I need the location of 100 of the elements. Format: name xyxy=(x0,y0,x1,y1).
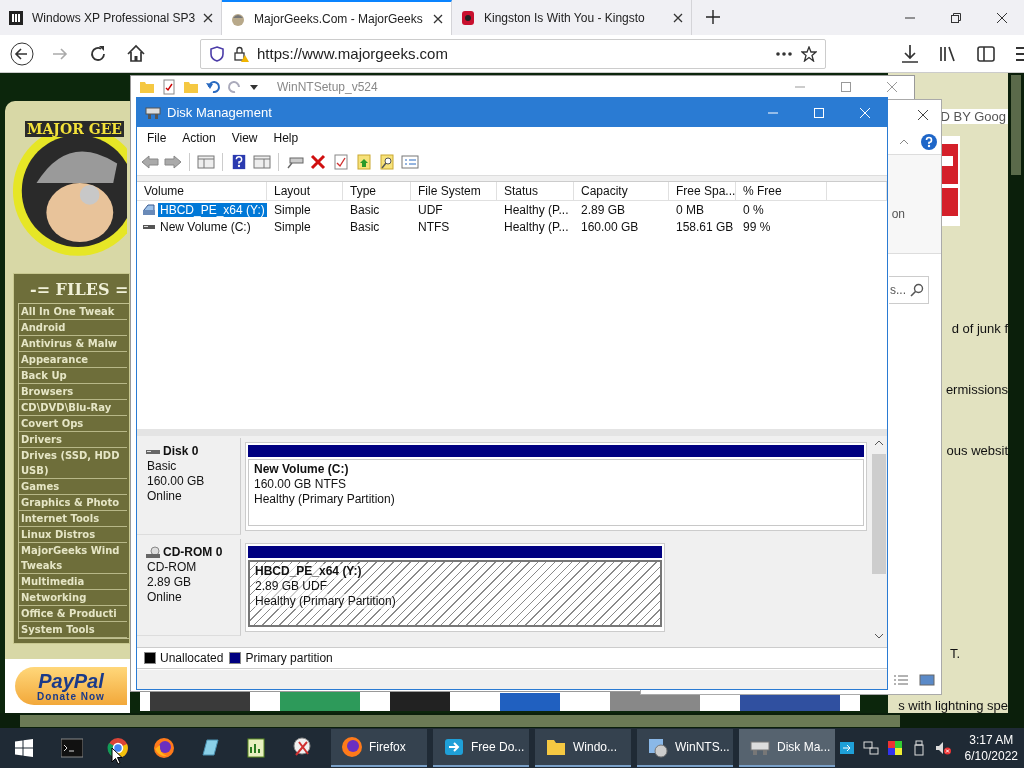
taskbar-button[interactable]: Disk Ma... xyxy=(739,729,835,767)
partition-block[interactable]: New Volume (C:) 160.00 GB NTFS Healthy (Primary Partition) xyxy=(245,442,867,531)
category-link[interactable]: Networking xyxy=(19,590,127,606)
close-icon[interactable] xyxy=(203,12,214,23)
menu-item[interactable]: View xyxy=(223,131,266,145)
scrollbar[interactable] xyxy=(0,713,1024,729)
start-icon[interactable] xyxy=(15,739,33,757)
category-link[interactable]: CD\DVD\Blu-Ray xyxy=(19,400,127,416)
category-link[interactable]: Internet Tools xyxy=(19,511,127,527)
console-tree-icon[interactable] xyxy=(197,154,215,170)
close-icon[interactable] xyxy=(996,11,1008,24)
terminal-icon[interactable] xyxy=(61,737,83,759)
close-icon[interactable] xyxy=(917,109,929,121)
thumbnail-view-icon[interactable] xyxy=(919,674,935,686)
column-header[interactable]: File System xyxy=(411,182,497,200)
document-check-icon[interactable] xyxy=(161,79,177,95)
category-link[interactable]: Android xyxy=(19,320,127,336)
action-pane-icon[interactable] xyxy=(253,154,271,170)
scrollbar[interactable] xyxy=(1008,73,1024,713)
close-icon[interactable] xyxy=(673,12,683,23)
partition-size: 160.00 GB NTFS xyxy=(254,477,347,492)
forward-icon[interactable] xyxy=(164,154,182,170)
category-link[interactable]: Drivers xyxy=(19,432,127,448)
folder-search-icon[interactable] xyxy=(378,154,396,170)
column-header[interactable]: Volume xyxy=(137,182,267,200)
menu-item[interactable]: Action xyxy=(174,131,224,145)
undo-icon[interactable] xyxy=(205,79,221,95)
column-header[interactable]: Capacity xyxy=(574,182,669,200)
category-link[interactable]: Graphics & Photo xyxy=(19,495,127,511)
menu-item[interactable]: Help xyxy=(265,131,307,145)
disk-name: Disk 0 xyxy=(163,444,199,459)
donate-button[interactable]: PayPal Donate Now xyxy=(15,667,127,705)
column-header[interactable]: Type xyxy=(343,182,411,200)
new-tab-icon[interactable] xyxy=(706,10,720,24)
category-link[interactable]: Multimedia xyxy=(19,574,127,590)
menu-item[interactable]: File xyxy=(139,131,175,145)
partition-block[interactable]: HBCD_PE_x64 (Y:) 2.89 GB UDF Healthy (Primary Partition) xyxy=(245,543,665,632)
maximize-icon[interactable] xyxy=(840,81,852,93)
setup-icon xyxy=(647,736,669,758)
caret-icon[interactable] xyxy=(899,139,909,145)
restore-icon[interactable] xyxy=(950,11,962,24)
back-icon[interactable] xyxy=(8,41,36,66)
category-link[interactable]: System Tools xyxy=(19,622,127,638)
fox-icon[interactable] xyxy=(153,737,175,759)
address-bar[interactable]: https://www.majorgeeks.com xyxy=(200,38,826,69)
category-link[interactable]: Drives (SSD, HDD USB) xyxy=(19,448,127,479)
more-icon[interactable] xyxy=(775,50,793,57)
shield-icon[interactable] xyxy=(209,45,225,62)
disk-label-panel[interactable]: CD-ROM 0 CD-ROM 2.89 GB Online xyxy=(137,539,241,636)
category-link[interactable]: Antivirus & Malw xyxy=(19,336,127,352)
dropdown-icon[interactable] xyxy=(249,82,259,92)
network-icon[interactable] xyxy=(862,740,879,756)
drive-icon[interactable] xyxy=(286,154,304,170)
table-cell: 158.61 GB xyxy=(676,219,734,234)
close-icon[interactable] xyxy=(433,13,443,24)
scrollbar[interactable] xyxy=(871,436,887,643)
volume-name[interactable]: New Volume (C:) xyxy=(158,219,253,234)
column-header[interactable]: Layout xyxy=(267,182,343,200)
category-link[interactable]: Browsers xyxy=(19,384,127,400)
ribbon-label: on xyxy=(891,207,905,221)
volume-name[interactable]: HBCD_PE_x64 (Y:) xyxy=(158,202,267,217)
search-icon[interactable] xyxy=(910,283,924,297)
properties-icon[interactable] xyxy=(332,154,350,170)
category-link[interactable]: All In One Tweak xyxy=(19,304,127,320)
cd-drive-icon xyxy=(142,203,156,216)
table-cell: NTFS xyxy=(418,219,450,234)
lock-warning-icon[interactable] xyxy=(233,45,249,62)
browser-tab[interactable]: MajorGeeks.Com - MajorGeeks xyxy=(222,0,452,35)
partition-name: HBCD_PE_x64 (Y:) xyxy=(255,564,362,579)
column-header[interactable]: Free Spa... xyxy=(669,182,736,200)
column-header[interactable]: Status xyxy=(497,182,574,200)
scroll-down-icon[interactable] xyxy=(874,633,884,639)
category-link[interactable]: MajorGeeks Wind Tweaks xyxy=(19,543,127,574)
category-link[interactable]: Appearance xyxy=(19,352,127,368)
category-link[interactable]: Linux Distros xyxy=(19,527,127,543)
text-fragment: ous websit xyxy=(946,443,1008,458)
delete-icon[interactable] xyxy=(309,154,327,170)
folder-up-icon[interactable] xyxy=(355,154,373,170)
disk-label-panel[interactable]: Disk 0 Basic 160.00 GB Online xyxy=(137,438,241,535)
scroll-up-icon[interactable] xyxy=(874,440,884,446)
category-link[interactable]: Office & Producti xyxy=(19,606,127,622)
color-grid-icon[interactable] xyxy=(886,740,903,756)
taskbar-button[interactable]: Firefox xyxy=(331,729,427,767)
category-link[interactable]: Covert Ops xyxy=(19,416,127,432)
star-icon[interactable] xyxy=(801,45,817,62)
taskbar-button[interactable]: Windo... xyxy=(535,729,631,767)
arrow-box-icon[interactable] xyxy=(838,740,855,756)
search-field[interactable]: s... xyxy=(889,276,929,304)
chart-note-icon[interactable] xyxy=(245,737,267,759)
column-header[interactable]: % Free xyxy=(736,182,827,200)
taskbar-button[interactable]: WinNTS... xyxy=(637,729,733,767)
cursor-icon xyxy=(111,747,123,765)
partition-status: Healthy (Primary Partition) xyxy=(255,594,396,609)
clock[interactable]: 3:17 AM 6/10/2022 xyxy=(964,732,1018,764)
category-link[interactable]: Back Up xyxy=(19,368,127,384)
speaker-muted-icon[interactable] xyxy=(934,740,951,756)
help-icon[interactable] xyxy=(921,134,937,150)
category-link[interactable]: Games xyxy=(19,479,127,495)
taskbar-button[interactable]: Free Do... xyxy=(433,729,529,767)
help-icon[interactable] xyxy=(230,154,248,170)
